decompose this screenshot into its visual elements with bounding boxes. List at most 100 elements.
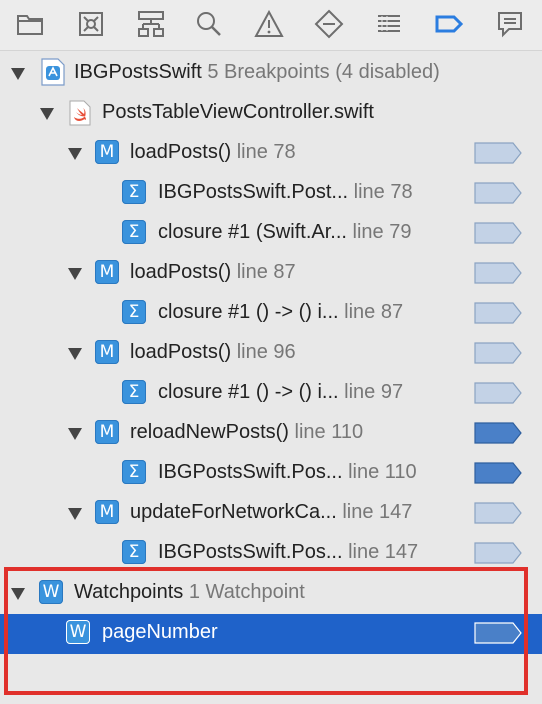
symbol-badge-icon: Σ [122,540,146,564]
warning-icon[interactable] [253,8,285,40]
breakpoint-location-row[interactable]: Σclosure #1 (Swift.Ar... line 79 [0,214,542,254]
breakpoint-label: loadPosts() line 87 [130,261,296,284]
symbol-badge-icon: Σ [122,380,146,404]
search-icon[interactable] [193,8,225,40]
breakpoint-toggle-disabled[interactable] [474,142,522,164]
watchpoint-badge-icon: W [39,580,63,604]
method-badge-icon: M [95,260,119,284]
breakpoint-name: closure #1 () -> () i... [158,381,339,403]
file-name: PostsTableViewController.swift [102,101,374,123]
breakpoint-label: IBGPostsSwift.Pos... line 147 [158,541,418,564]
breakpoint-line: line 87 [236,261,296,283]
breakpoint-method-row[interactable]: MupdateForNetworkCa... line 147 [0,494,542,534]
breakpoint-toggle-disabled[interactable] [474,262,522,284]
symbol-badge-icon: Σ [122,220,146,244]
breakpoint-method-row[interactable]: MloadPosts() line 78 [0,134,542,174]
method-badge-icon: M [95,420,119,444]
symbol-badge-icon: Σ [122,180,146,204]
breakpoint-label: IBGPostsSwift.Post... line 78 [158,181,413,204]
disclosure-triangle-icon[interactable] [68,428,82,440]
disclosure-triangle-icon[interactable] [40,108,54,120]
breakpoint-line: line 147 [342,501,413,523]
breakpoint-line: line 79 [352,221,412,243]
breakpoint-method-row[interactable]: MreloadNewPosts() line 110 [0,414,542,454]
breakpoint-name: loadPosts() [130,341,232,363]
xcode-project-icon [41,58,65,86]
symbol-badge-icon: Σ [122,460,146,484]
disclosure-triangle-icon[interactable] [68,148,82,160]
breakpoint-label: loadPosts() line 96 [130,341,296,364]
watchpoints-label: Watchpoints 1 Watchpoint [74,581,305,604]
project-row[interactable]: IBGPostsSwift 5 Breakpoints (4 disabled) [0,54,542,94]
watchpoints-summary: 1 Watchpoint [188,581,305,603]
disclosure-triangle-icon[interactable] [68,348,82,360]
swift-file-icon [69,100,91,126]
x-square-icon[interactable] [75,8,107,40]
disclosure-triangle-icon[interactable] [11,68,25,80]
watchpoint-badge-icon: W [66,620,90,644]
breakpoint-name: updateForNetworkCa... [130,501,337,523]
breakpoint-toggle-disabled[interactable] [474,382,522,404]
breakpoint-line: line 110 [294,421,364,443]
chat-bubble-icon[interactable] [494,8,526,40]
breakpoint-name: IBGPostsSwift.Pos... [158,541,343,563]
breakpoint-name: reloadNewPosts() [130,421,289,443]
breakpoint-name: closure #1 () -> () i... [158,301,339,323]
method-badge-icon: M [95,140,119,164]
breakpoint-label: loadPosts() line 78 [130,141,296,164]
breakpoint-name: loadPosts() [130,261,232,283]
breakpoint-label: closure #1 () -> () i... line 87 [158,301,403,324]
list-icon[interactable] [373,8,405,40]
breakpoint-location-row[interactable]: Σclosure #1 () -> () i... line 87 [0,294,542,334]
breakpoint-toggle-disabled[interactable] [474,222,522,244]
breakpoint-line: line 110 [348,461,417,483]
method-badge-icon: M [95,340,119,364]
breakpoint-toggle-enabled[interactable] [474,462,522,484]
breakpoint-location-row[interactable]: Σclosure #1 () -> () i... line 97 [0,374,542,414]
diamond-minus-icon[interactable] [313,8,345,40]
breakpoint-location-row[interactable]: Σ IBGPostsSwift.Pos... line 147 [0,534,542,574]
breakpoint-line: line 78 [353,181,413,203]
file-row[interactable]: PostsTableViewController.swift [0,94,542,134]
breakpoint-location-row[interactable]: Σ IBGPostsSwift.Post... line 78 [0,174,542,214]
navigator-toolbar [0,0,542,51]
breakpoint-toggle-disabled[interactable] [474,502,522,524]
project-label: IBGPostsSwift 5 Breakpoints (4 disabled) [74,61,440,84]
disclosure-triangle-icon[interactable] [11,588,25,600]
breakpoint-toggle-disabled[interactable] [474,542,522,564]
disclosure-triangle-icon[interactable] [68,268,82,280]
breakpoint-label: reloadNewPosts() line 110 [130,421,363,444]
breakpoint-name: IBGPostsSwift.Post... [158,181,349,203]
watchpoints-row[interactable]: W Watchpoints 1 Watchpoint [0,574,542,614]
breakpoint-name: loadPosts() [130,141,232,163]
breakpoint-method-row[interactable]: MloadPosts() line 87 [0,254,542,294]
breakpoint-line: line 147 [348,541,419,563]
watchpoint-row-pagenumber[interactable]: W pageNumber [0,614,542,654]
breakpoint-line: line 87 [344,301,404,323]
breakpoint-name: IBGPostsSwift.Pos... [158,461,343,483]
watchpoint-name: pageNumber [102,621,218,643]
breakpoint-label: closure #1 () -> () i... line 97 [158,381,403,404]
breakpoint-method-row[interactable]: MloadPosts() line 96 [0,334,542,374]
breakpoint-label: closure #1 (Swift.Ar... line 79 [158,221,411,244]
breakpoint-toggle-disabled[interactable] [474,182,522,204]
folder-icon[interactable] [14,8,46,40]
project-summary: 5 Breakpoints (4 disabled) [207,61,440,83]
breakpoint-line: line 78 [236,141,296,163]
breakpoint-line: line 96 [236,341,296,363]
breakpoint-label: updateForNetworkCa... line 147 [130,501,412,524]
disclosure-triangle-icon[interactable] [68,508,82,520]
breakpoint-toggle-disabled[interactable] [474,342,522,364]
breakpoint-toggle-enabled[interactable] [474,622,522,644]
breakpoint-toggle-disabled[interactable] [474,302,522,324]
breakpoint-location-row[interactable]: Σ IBGPostsSwift.Pos... line 110 [0,454,542,494]
project-name: IBGPostsSwift [74,61,202,83]
breakpoint-name: closure #1 (Swift.Ar... [158,221,347,243]
breakpoint-label: IBGPostsSwift.Pos... line 110 [158,461,417,484]
breakpoint-toggle-enabled[interactable] [474,422,522,444]
hierarchy-icon[interactable] [135,8,167,40]
symbol-badge-icon: Σ [122,300,146,324]
breakpoint-navigator-icon[interactable] [433,8,465,40]
method-badge-icon: M [95,500,119,524]
breakpoint-line: line 97 [344,381,404,403]
